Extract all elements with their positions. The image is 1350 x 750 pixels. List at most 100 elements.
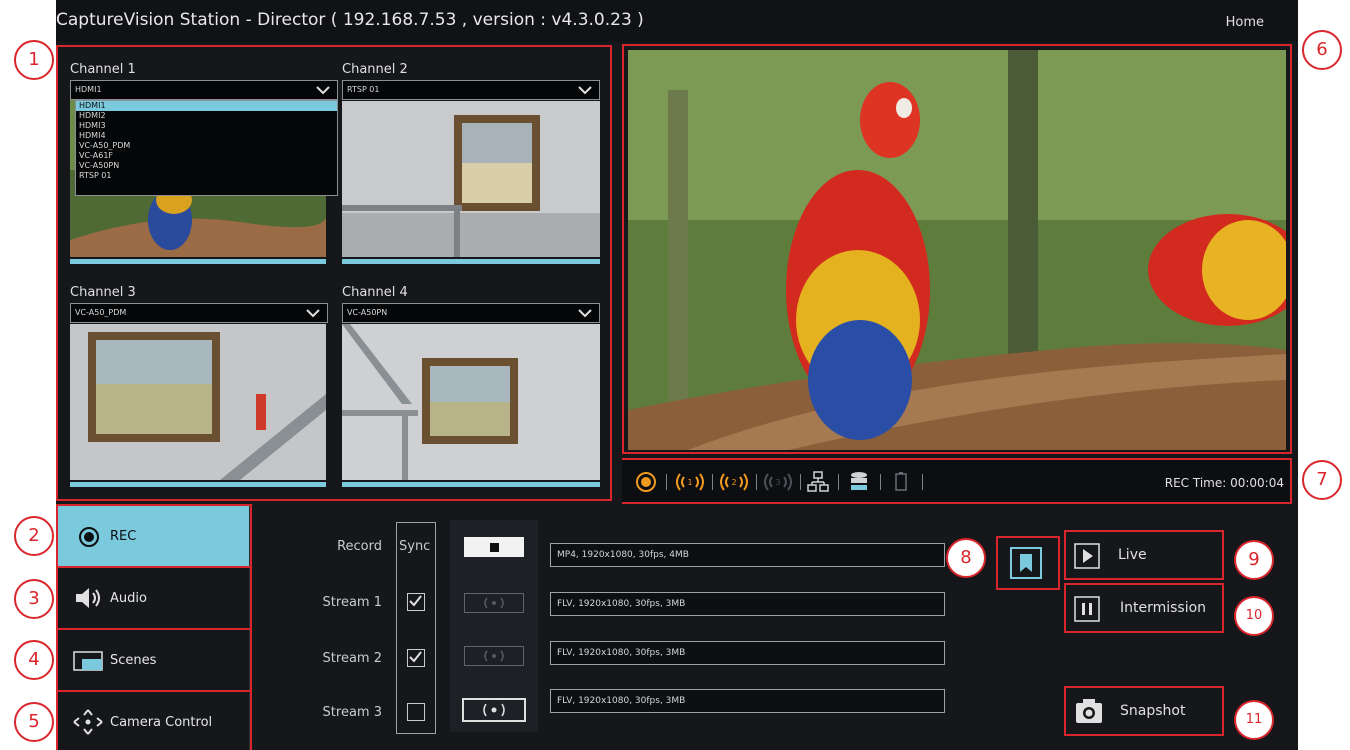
callout-10: 10 <box>1234 596 1274 636</box>
callout-3: 3 <box>14 579 54 619</box>
stream-3-toggle-button[interactable] <box>462 698 526 722</box>
toolbar-separator <box>800 474 801 490</box>
channel-3-source-value: VC-A50_PDM <box>75 308 127 317</box>
callout-6: 6 <box>1302 30 1342 70</box>
channel-2-label: Channel 2 <box>342 62 408 77</box>
stream-2-row-label: Stream 2 <box>322 651 382 666</box>
channel-1-label: Channel 1 <box>70 62 136 77</box>
channel-4-thumbnail[interactable] <box>342 324 600 480</box>
channel-3-level-bar <box>70 482 326 487</box>
channel-3-label: Channel 3 <box>70 285 136 300</box>
app-title: CaptureVision Station - Director ( 192.1… <box>56 10 644 30</box>
callout-2: 2 <box>14 516 54 556</box>
svg-text:2: 2 <box>731 478 736 487</box>
intermission-label: Intermission <box>1120 600 1207 616</box>
bookmark-button[interactable] <box>1010 547 1042 579</box>
callout-8: 8 <box>946 538 986 578</box>
program-preview <box>628 50 1286 450</box>
checkmark-icon <box>409 651 422 663</box>
channel-2-video <box>342 101 600 257</box>
sync-header: Sync <box>399 539 431 554</box>
director-app: CaptureVision Station - Director ( 192.1… <box>56 0 1298 750</box>
rec-time-readout: REC Time: 00:00:04 <box>1164 476 1284 490</box>
channel-3-video <box>70 324 326 480</box>
stream-2-sync-checkbox[interactable] <box>407 649 425 667</box>
tab-scenes-highlight <box>56 628 252 692</box>
toolbar-separator <box>922 474 923 490</box>
callout-1: 1 <box>14 40 54 80</box>
channel-3-source-select[interactable]: VC-A50_PDM <box>70 303 328 323</box>
battery-icon <box>895 472 907 491</box>
toolbar-separator <box>666 474 667 490</box>
snapshot-label: Snapshot <box>1120 703 1186 719</box>
channel-4-level-bar <box>342 482 600 487</box>
dropdown-option[interactable]: RTSP 01 <box>76 171 337 181</box>
dropdown-option[interactable]: HDMI4 <box>76 131 337 141</box>
stream-3-row-label: Stream 3 <box>322 705 382 720</box>
network-icon[interactable] <box>806 470 830 494</box>
stream-1-icon[interactable]: 1 <box>674 470 706 494</box>
chevron-down-icon <box>316 86 330 95</box>
callout-4: 4 <box>14 640 54 680</box>
channel-2-thumbnail[interactable] <box>342 101 600 257</box>
program-video <box>628 50 1286 450</box>
channel-source-dropdown-list: HDMI1 HDMI2 HDMI3 HDMI4 VC-A50_PDM VC-A6… <box>75 100 338 196</box>
snapshot-button[interactable]: Snapshot <box>1068 691 1220 731</box>
stream-2-toggle-button[interactable] <box>464 646 524 666</box>
channel-3-thumbnail[interactable] <box>70 324 326 480</box>
stream-3-icon[interactable]: 3 <box>762 470 794 494</box>
stream-1-format-field: FLV, 1920x1080, 30fps, 3MB <box>550 592 945 616</box>
stream-2-icon[interactable]: 2 <box>718 470 750 494</box>
channel-2-source-select[interactable]: RTSP 01 <box>342 80 600 100</box>
bookmark-icon <box>1020 554 1032 572</box>
stop-square-icon <box>490 543 499 552</box>
toolbar-separator <box>756 474 757 490</box>
pause-icon <box>1074 596 1100 622</box>
stream-1-toggle-button[interactable] <box>464 593 524 613</box>
channel-1-source-value: HDMI1 <box>75 85 102 94</box>
dropdown-option[interactable]: VC-A50PN <box>76 161 337 171</box>
tab-audio-highlight <box>56 566 252 630</box>
svg-text:3: 3 <box>775 478 780 487</box>
channel-4-source-value: VC-A50PN <box>347 308 388 317</box>
toolbar-separator <box>838 474 839 490</box>
channel-1-source-select[interactable]: HDMI1 <box>70 80 338 100</box>
broadcast-icon <box>484 597 504 609</box>
stream-1-row-label: Stream 1 <box>322 595 382 610</box>
channel-4-source-select[interactable]: VC-A50PN <box>342 303 600 323</box>
dropdown-option[interactable]: HDMI2 <box>76 111 337 121</box>
tab-camera-control-highlight <box>56 690 252 750</box>
record-dot-icon[interactable] <box>634 470 658 494</box>
live-label: Live <box>1118 547 1147 563</box>
live-button[interactable]: Live <box>1068 535 1220 575</box>
chevron-down-icon <box>578 86 592 95</box>
stream-2-format-field: FLV, 1920x1080, 30fps, 3MB <box>550 641 945 665</box>
tab-rec-highlight <box>56 504 252 568</box>
dropdown-option[interactable]: HDMI1 <box>76 101 337 111</box>
channel-4-label: Channel 4 <box>342 285 408 300</box>
intermission-button[interactable]: Intermission <box>1068 588 1220 628</box>
play-icon <box>1074 543 1100 569</box>
stream-3-sync-checkbox[interactable] <box>407 703 425 721</box>
record-row-label: Record <box>337 539 382 554</box>
dropdown-option[interactable]: VC-A61F <box>76 151 337 161</box>
dropdown-option[interactable]: VC-A50_PDM <box>76 141 337 151</box>
checkmark-icon <box>409 595 422 607</box>
stream-1-sync-checkbox[interactable] <box>407 593 425 611</box>
chevron-down-icon <box>306 309 320 318</box>
callout-11: 11 <box>1234 700 1274 740</box>
callout-7: 7 <box>1302 460 1342 500</box>
svg-text:1: 1 <box>687 478 692 487</box>
toolbar-separator <box>712 474 713 490</box>
channel-2-level-bar <box>342 259 600 264</box>
broadcast-icon <box>483 703 505 717</box>
record-stop-button[interactable] <box>464 537 524 557</box>
channel-2-source-value: RTSP 01 <box>347 85 380 94</box>
toolbar-separator <box>880 474 881 490</box>
home-link[interactable]: Home <box>1226 15 1264 30</box>
storage-icon[interactable] <box>848 470 870 494</box>
stream-3-format-field: FLV, 1920x1080, 30fps, 3MB <box>550 689 945 713</box>
callout-9: 9 <box>1234 540 1274 580</box>
dropdown-option[interactable]: HDMI3 <box>76 121 337 131</box>
chevron-down-icon <box>578 309 592 318</box>
